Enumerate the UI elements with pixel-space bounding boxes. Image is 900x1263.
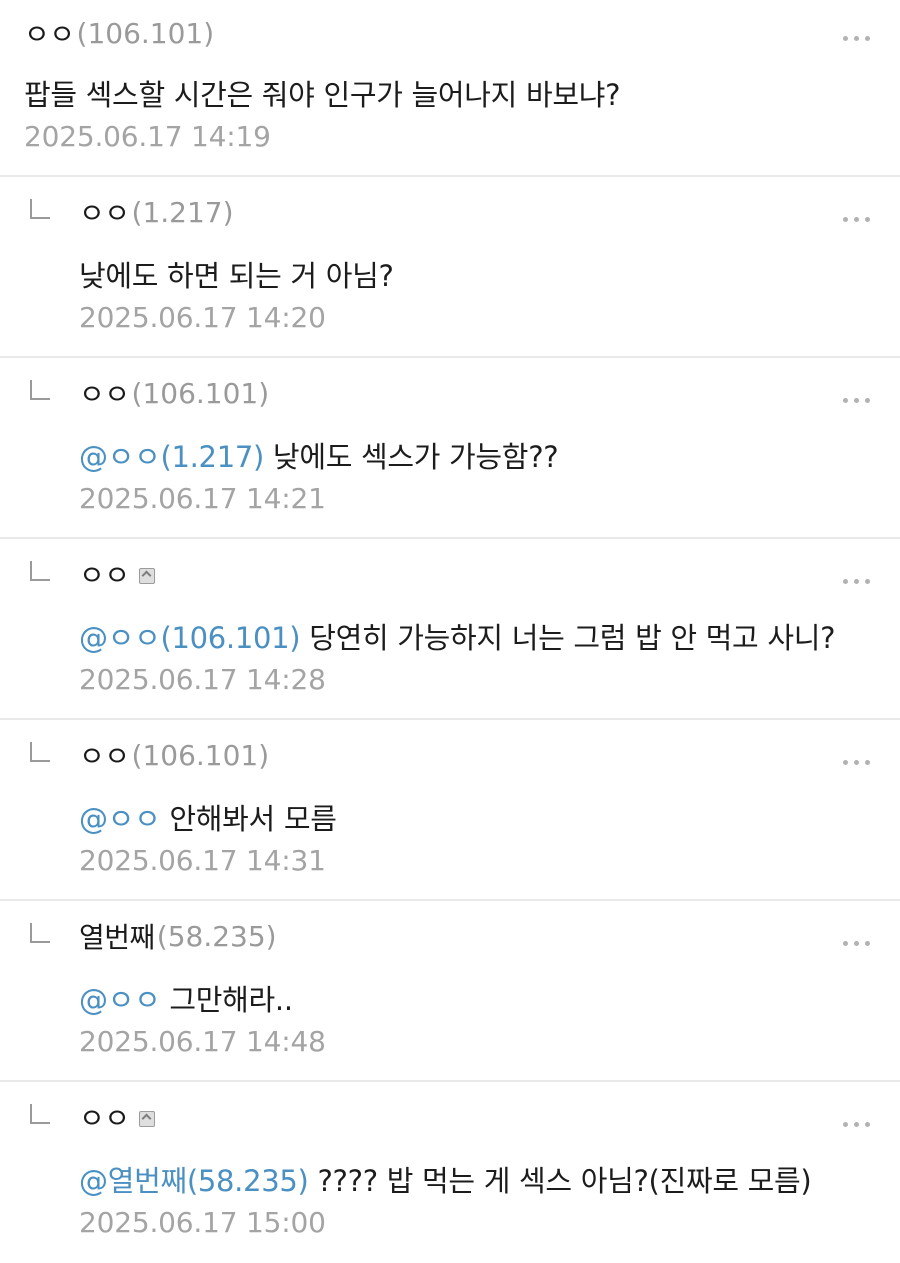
comment-ip: (106.101) xyxy=(76,16,215,50)
more-options-icon[interactable] xyxy=(843,754,870,771)
more-options-icon[interactable] xyxy=(843,1116,870,1133)
comment-body: 그만해라.. xyxy=(160,983,293,1017)
more-options-icon[interactable] xyxy=(843,573,870,590)
comment-ip: (106.101) xyxy=(131,376,270,410)
comment-nickname[interactable]: ㅇㅇ xyxy=(79,373,130,413)
reply-item: ㅇㅇ (106.101) @ㅇㅇ 안해봐서 모름 2025.06.17 14:3… xyxy=(0,720,900,901)
comment-text: @열번째(58.235) ???? 밥 먹는 게 섹스 아님?(진짜로 모름) xyxy=(79,1158,812,1200)
reply-arrow-icon xyxy=(30,1104,50,1124)
comment-body: 팝들 섹스할 시간은 줘야 인구가 늘어나지 바보냐? xyxy=(24,78,621,112)
comment-item: ㅇㅇ (106.101) 팝들 섹스할 시간은 줘야 인구가 늘어나지 바보냐?… xyxy=(0,0,900,177)
comment-date: 2025.06.17 14:21 xyxy=(79,482,326,515)
fixed-nick-badge-icon xyxy=(138,1111,155,1127)
more-options-icon[interactable] xyxy=(843,935,870,952)
comment-date: 2025.06.17 14:19 xyxy=(24,120,271,153)
more-options-icon[interactable] xyxy=(843,30,870,47)
comment-ip: (1.217) xyxy=(131,195,234,229)
comment-text: 낮에도 하면 되는 거 아님? xyxy=(79,253,394,295)
comment-body: 낮에도 섹스가 가능함?? xyxy=(264,440,559,474)
comment-header: ㅇㅇ (106.101) xyxy=(79,373,270,413)
mention-link[interactable]: @ㅇㅇ xyxy=(79,802,161,836)
comment-header: 열번째 (58.235) xyxy=(79,916,277,956)
reply-item: ㅇㅇ (1.217) 낮에도 하면 되는 거 아님? 2025.06.17 14… xyxy=(0,177,900,358)
comment-header: ㅇㅇ (106.101) xyxy=(79,735,270,775)
comment-nickname[interactable]: ㅇㅇ xyxy=(24,13,75,53)
reply-arrow-icon xyxy=(30,742,50,762)
comment-ip: (58.235) xyxy=(156,919,277,953)
mention-link[interactable]: @ㅇㅇ(1.217) xyxy=(79,440,264,474)
comment-date: 2025.06.17 14:20 xyxy=(79,301,326,334)
comment-nickname[interactable]: ㅇㅇ xyxy=(79,554,130,594)
comment-date: 2025.06.17 14:31 xyxy=(79,844,326,877)
comment-body: ???? 밥 먹는 게 섹스 아님?(진짜로 모름) xyxy=(308,1164,812,1198)
reply-item: 열번째 (58.235) @ㅇㅇ 그만해라.. 2025.06.17 14:48 xyxy=(0,901,900,1082)
mention-link[interactable]: @ㅇㅇ xyxy=(79,983,161,1017)
comment-text: @ㅇㅇ 그만해라.. xyxy=(79,977,293,1019)
comment-text: @ㅇㅇ(1.217) 낮에도 섹스가 가능함?? xyxy=(79,434,559,476)
reply-arrow-icon xyxy=(30,923,50,943)
comment-text: @ㅇㅇ 안해봐서 모름 xyxy=(79,796,337,838)
reply-item: ㅇㅇ @열번째(58.235) ???? 밥 먹는 게 섹스 아님?(진짜로 모… xyxy=(0,1082,900,1263)
comment-nickname[interactable]: 열번째 xyxy=(79,916,155,956)
reply-arrow-icon xyxy=(30,380,50,400)
mention-link[interactable]: @열번째(58.235) xyxy=(79,1164,309,1198)
comment-body: 낮에도 하면 되는 거 아님? xyxy=(79,259,394,293)
comment-header: ㅇㅇ (1.217) xyxy=(79,192,234,232)
comment-text: 팝들 섹스할 시간은 줘야 인구가 늘어나지 바보냐? xyxy=(24,72,621,114)
mention-link[interactable]: @ㅇㅇ(106.101) xyxy=(79,621,301,655)
comment-header: ㅇㅇ xyxy=(79,1097,155,1137)
more-options-icon[interactable] xyxy=(843,392,870,409)
reply-arrow-icon xyxy=(30,561,50,581)
reply-item: ㅇㅇ @ㅇㅇ(106.101) 당연히 가능하지 너는 그럼 밥 안 먹고 사니… xyxy=(0,539,900,720)
fixed-nick-badge-icon xyxy=(138,568,155,584)
comment-body: 당연히 가능하지 너는 그럼 밥 안 먹고 사니? xyxy=(300,621,836,655)
reply-item: ㅇㅇ (106.101) @ㅇㅇ(1.217) 낮에도 섹스가 가능함?? 20… xyxy=(0,358,900,539)
comment-list: ㅇㅇ (106.101) 팝들 섹스할 시간은 줘야 인구가 늘어나지 바보냐?… xyxy=(0,0,900,1263)
comment-body: 안해봐서 모름 xyxy=(160,802,337,836)
comment-nickname[interactable]: ㅇㅇ xyxy=(79,192,130,232)
comment-date: 2025.06.17 14:48 xyxy=(79,1025,326,1058)
reply-arrow-icon xyxy=(30,199,50,219)
comment-nickname[interactable]: ㅇㅇ xyxy=(79,735,130,775)
comment-text: @ㅇㅇ(106.101) 당연히 가능하지 너는 그럼 밥 안 먹고 사니? xyxy=(79,615,836,657)
comment-nickname[interactable]: ㅇㅇ xyxy=(79,1097,130,1137)
comment-header: ㅇㅇ xyxy=(79,554,155,594)
comment-date: 2025.06.17 15:00 xyxy=(79,1206,326,1239)
comment-date: 2025.06.17 14:28 xyxy=(79,663,326,696)
comment-ip: (106.101) xyxy=(131,738,270,772)
comment-header: ㅇㅇ (106.101) xyxy=(24,13,215,53)
more-options-icon[interactable] xyxy=(843,211,870,228)
